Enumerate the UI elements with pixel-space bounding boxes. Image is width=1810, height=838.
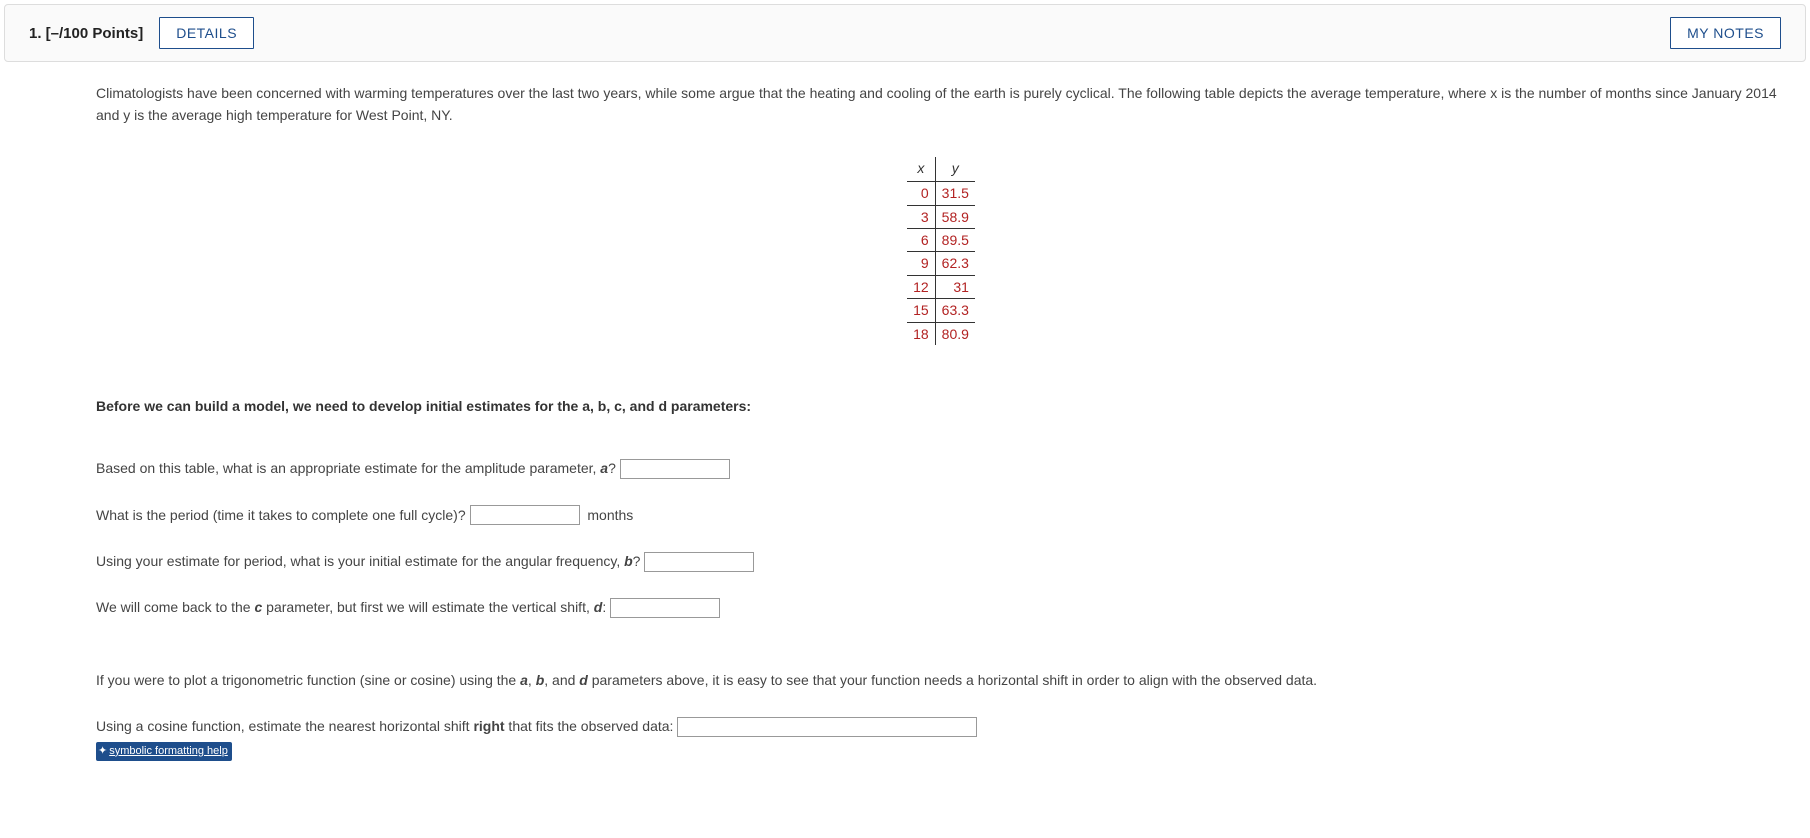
angular-frequency-input[interactable] — [644, 552, 754, 572]
symbolic-formatting-help-link[interactable]: symbolic formatting help — [96, 742, 232, 762]
q1-param: a — [600, 460, 608, 476]
table-cell-y: 31 — [935, 275, 975, 298]
table-row: 358.9 — [907, 205, 975, 228]
q1-text-pre: Based on this table, what is an appropri… — [96, 460, 600, 476]
plot-sep2: , and — [544, 672, 579, 688]
table-row: 962.3 — [907, 252, 975, 275]
table-header-x: x — [907, 157, 935, 182]
question-number-points: 1. [–/100 Points] — [29, 25, 143, 42]
shift-q-pre: Using a cosine function, estimate the ne… — [96, 718, 473, 734]
table-row: 1880.9 — [907, 322, 975, 345]
table-cell-y: 31.5 — [935, 182, 975, 205]
plot-explanation: If you were to plot a trigonometric func… — [96, 669, 1786, 691]
q3-param: b — [624, 553, 633, 569]
table-cell-x: 12 — [907, 275, 935, 298]
table-cell-x: 3 — [907, 205, 935, 228]
plot-param-d: d — [579, 672, 588, 688]
plot-param-a: a — [520, 672, 528, 688]
table-row: 1563.3 — [907, 299, 975, 322]
question-content: Climatologists have been concerned with … — [0, 62, 1810, 805]
question-header: 1. [–/100 Points] DETAILS MY NOTES — [4, 4, 1806, 62]
header-left: 1. [–/100 Points] DETAILS — [29, 17, 254, 49]
table-cell-x: 15 — [907, 299, 935, 322]
period-input[interactable] — [470, 505, 580, 525]
q4-text-pre: We will come back to the — [96, 599, 254, 615]
question-vertical-shift: We will come back to the c parameter, bu… — [96, 596, 1786, 618]
q4-text-post: : — [602, 599, 606, 615]
instruction-text: Before we can build a model, we need to … — [96, 395, 1786, 417]
table-cell-x: 0 — [907, 182, 935, 205]
question-horizontal-shift: Using a cosine function, estimate the ne… — [96, 715, 1786, 761]
my-notes-button[interactable]: MY NOTES — [1670, 17, 1781, 49]
table-cell-y: 63.3 — [935, 299, 975, 322]
shift-q-bold: right — [473, 718, 504, 734]
table-row: 1231 — [907, 275, 975, 298]
q1-text-post: ? — [608, 460, 616, 476]
plot-text-post: parameters above, it is easy to see that… — [588, 672, 1317, 688]
q3-text-pre: Using your estimate for period, what is … — [96, 553, 624, 569]
table-header-y: y — [935, 157, 975, 182]
table-cell-x: 18 — [907, 322, 935, 345]
data-table-wrapper: x y 031.5358.9689.5962.312311563.31880.9 — [96, 157, 1786, 345]
table-cell-x: 9 — [907, 252, 935, 275]
question-angular-frequency: Using your estimate for period, what is … — [96, 550, 1786, 572]
horizontal-shift-input[interactable] — [677, 717, 977, 737]
details-button[interactable]: DETAILS — [159, 17, 254, 49]
shift-q-post: that fits the observed data: — [505, 718, 674, 734]
q2-units: months — [587, 507, 633, 523]
question-amplitude: Based on this table, what is an appropri… — [96, 457, 1786, 479]
q2-text: What is the period (time it takes to com… — [96, 507, 466, 523]
table-cell-y: 62.3 — [935, 252, 975, 275]
amplitude-input[interactable] — [620, 459, 730, 479]
table-cell-y: 80.9 — [935, 322, 975, 345]
table-cell-x: 6 — [907, 228, 935, 251]
plot-sep1: , — [528, 672, 536, 688]
q4-text-mid: parameter, but first we will estimate th… — [262, 599, 593, 615]
table-row: 031.5 — [907, 182, 975, 205]
q3-text-post: ? — [633, 553, 641, 569]
table-row: 689.5 — [907, 228, 975, 251]
intro-text: Climatologists have been concerned with … — [96, 82, 1786, 127]
plot-text-pre: If you were to plot a trigonometric func… — [96, 672, 520, 688]
table-cell-y: 58.9 — [935, 205, 975, 228]
vertical-shift-input[interactable] — [610, 598, 720, 618]
question-period: What is the period (time it takes to com… — [96, 504, 1786, 526]
plot-param-b: b — [536, 672, 545, 688]
table-cell-y: 89.5 — [935, 228, 975, 251]
data-table: x y 031.5358.9689.5962.312311563.31880.9 — [907, 157, 975, 345]
